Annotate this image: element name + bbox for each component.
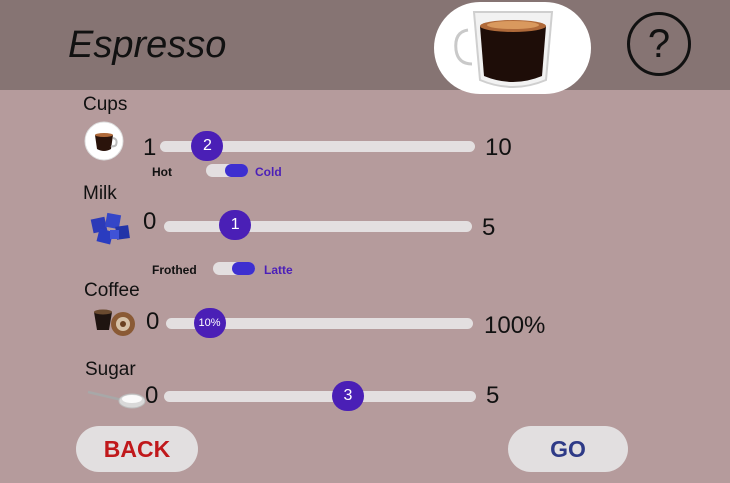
hot-label: Hot xyxy=(152,165,172,179)
cups-label: Cups xyxy=(83,94,128,115)
espresso-glass-icon xyxy=(454,11,554,88)
temperature-toggle-knob xyxy=(225,164,248,177)
frothed-label: Frothed xyxy=(152,263,197,277)
help-button[interactable]: ? xyxy=(627,12,691,76)
coffee-label: Coffee xyxy=(84,280,140,301)
milk-label: Milk xyxy=(83,183,117,204)
sugar-spoon-icon xyxy=(86,386,148,415)
go-button[interactable]: GO xyxy=(508,426,628,472)
temperature-toggle[interactable] xyxy=(206,164,248,177)
milk-cubes-icon xyxy=(90,212,132,251)
sugar-min: 0 xyxy=(145,382,159,409)
espresso-cup-image xyxy=(434,2,591,94)
latte-label: Latte xyxy=(264,263,293,277)
sugar-max: 5 xyxy=(486,382,500,409)
milk-style-toggle-knob xyxy=(232,262,255,275)
cups-slider-thumb[interactable]: 2 xyxy=(191,131,224,161)
coffee-max: 100% xyxy=(484,312,546,339)
sugar-slider-thumb[interactable]: 3 xyxy=(332,381,364,411)
cold-label: Cold xyxy=(255,165,282,179)
milk-max: 5 xyxy=(482,214,496,241)
coffee-capsules-icon xyxy=(92,306,136,343)
back-button[interactable]: BACK xyxy=(76,426,198,472)
milk-style-toggle[interactable] xyxy=(213,262,255,275)
page-title: Espresso xyxy=(68,24,227,66)
header-bar: Espresso ? xyxy=(0,0,730,94)
coffee-cup-icon xyxy=(84,121,124,166)
milk-slider-track[interactable] xyxy=(164,221,472,232)
sugar-slider-track[interactable] xyxy=(164,391,476,402)
milk-min: 0 xyxy=(143,208,157,235)
coffee-min: 0 xyxy=(146,308,160,335)
sugar-label: Sugar xyxy=(85,359,136,380)
cups-max: 10 xyxy=(485,134,512,161)
milk-slider-thumb[interactable]: 1 xyxy=(219,210,252,240)
coffee-slider-thumb[interactable]: 10% xyxy=(193,308,226,338)
cups-min: 1 xyxy=(143,134,157,161)
